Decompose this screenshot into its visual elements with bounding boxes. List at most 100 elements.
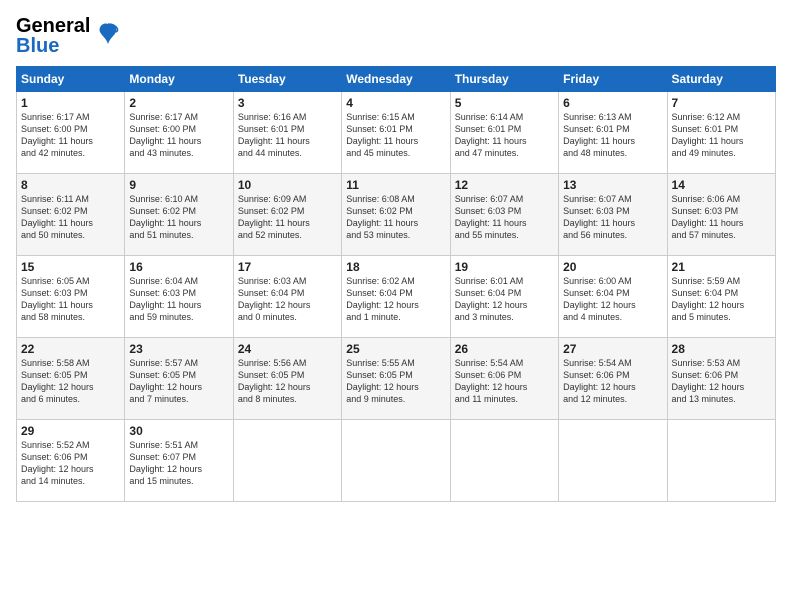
day-number: 12 <box>455 178 554 192</box>
calendar-cell: 2Sunrise: 6:17 AM Sunset: 6:00 PM Daylig… <box>125 92 233 174</box>
weekday-wednesday: Wednesday <box>342 67 450 92</box>
day-number: 20 <box>563 260 662 274</box>
day-number: 1 <box>21 96 120 110</box>
day-number: 18 <box>346 260 445 274</box>
logo-blue: Blue <box>16 36 90 56</box>
calendar-cell: 6Sunrise: 6:13 AM Sunset: 6:01 PM Daylig… <box>559 92 667 174</box>
calendar-cell: 23Sunrise: 5:57 AM Sunset: 6:05 PM Dayli… <box>125 338 233 420</box>
calendar-cell: 19Sunrise: 6:01 AM Sunset: 6:04 PM Dayli… <box>450 256 558 338</box>
calendar-cell: 3Sunrise: 6:16 AM Sunset: 6:01 PM Daylig… <box>233 92 341 174</box>
weekday-sunday: Sunday <box>17 67 125 92</box>
day-info: Sunrise: 6:08 AM Sunset: 6:02 PM Dayligh… <box>346 193 445 242</box>
calendar-cell: 10Sunrise: 6:09 AM Sunset: 6:02 PM Dayli… <box>233 174 341 256</box>
day-number: 29 <box>21 424 120 438</box>
day-number: 13 <box>563 178 662 192</box>
calendar-cell: 26Sunrise: 5:54 AM Sunset: 6:06 PM Dayli… <box>450 338 558 420</box>
day-number: 2 <box>129 96 228 110</box>
calendar-cell: 18Sunrise: 6:02 AM Sunset: 6:04 PM Dayli… <box>342 256 450 338</box>
calendar-cell: 1Sunrise: 6:17 AM Sunset: 6:00 PM Daylig… <box>17 92 125 174</box>
day-number: 6 <box>563 96 662 110</box>
weekday-header-row: SundayMondayTuesdayWednesdayThursdayFrid… <box>17 67 776 92</box>
logo: General Blue <box>16 16 122 56</box>
calendar-cell: 16Sunrise: 6:04 AM Sunset: 6:03 PM Dayli… <box>125 256 233 338</box>
calendar-cell: 28Sunrise: 5:53 AM Sunset: 6:06 PM Dayli… <box>667 338 775 420</box>
day-info: Sunrise: 5:52 AM Sunset: 6:06 PM Dayligh… <box>21 439 120 488</box>
day-number: 22 <box>21 342 120 356</box>
day-info: Sunrise: 5:56 AM Sunset: 6:05 PM Dayligh… <box>238 357 337 406</box>
calendar-body: 1 Sunrise: 6:17 AM Sunset: 6:00 PM Daylig… <box>17 92 776 502</box>
day-info: Sunrise: 6:17 AM Sunset: 6:00 PM Dayligh… <box>129 111 228 160</box>
calendar-cell: 29Sunrise: 5:52 AM Sunset: 6:06 PM Dayli… <box>17 420 125 502</box>
calendar-week-5: 29Sunrise: 5:52 AM Sunset: 6:06 PM Dayli… <box>17 420 776 502</box>
day-info: Sunrise: 6:02 AM Sunset: 6:04 PM Dayligh… <box>346 275 445 324</box>
calendar-cell: 17Sunrise: 6:03 AM Sunset: 6:04 PM Dayli… <box>233 256 341 338</box>
weekday-tuesday: Tuesday <box>233 67 341 92</box>
header: General Blue <box>16 16 776 56</box>
day-number: 25 <box>346 342 445 356</box>
weekday-friday: Friday <box>559 67 667 92</box>
calendar-cell: 8Sunrise: 6:11 AM Sunset: 6:02 PM Daylig… <box>17 174 125 256</box>
day-info: Sunrise: 5:57 AM Sunset: 6:05 PM Dayligh… <box>129 357 228 406</box>
day-number: 14 <box>672 178 771 192</box>
calendar-week-1: 1 Sunrise: 6:17 AM Sunset: 6:00 PM Daylig… <box>17 92 776 174</box>
day-number: 27 <box>563 342 662 356</box>
day-info: Sunrise: 5:54 AM Sunset: 6:06 PM Dayligh… <box>563 357 662 406</box>
day-number: 28 <box>672 342 771 356</box>
calendar-cell: 12Sunrise: 6:07 AM Sunset: 6:03 PM Dayli… <box>450 174 558 256</box>
day-info: Sunrise: 6:12 AM Sunset: 6:01 PM Dayligh… <box>672 111 771 160</box>
day-number: 17 <box>238 260 337 274</box>
day-info: Sunrise: 5:54 AM Sunset: 6:06 PM Dayligh… <box>455 357 554 406</box>
calendar-week-3: 15Sunrise: 6:05 AM Sunset: 6:03 PM Dayli… <box>17 256 776 338</box>
day-info: Sunrise: 6:15 AM Sunset: 6:01 PM Dayligh… <box>346 111 445 160</box>
calendar-cell: 4Sunrise: 6:15 AM Sunset: 6:01 PM Daylig… <box>342 92 450 174</box>
day-info: Sunrise: 6:07 AM Sunset: 6:03 PM Dayligh… <box>455 193 554 242</box>
calendar-cell: 7Sunrise: 6:12 AM Sunset: 6:01 PM Daylig… <box>667 92 775 174</box>
calendar-cell: 11Sunrise: 6:08 AM Sunset: 6:02 PM Dayli… <box>342 174 450 256</box>
day-number: 21 <box>672 260 771 274</box>
day-info: Sunrise: 6:10 AM Sunset: 6:02 PM Dayligh… <box>129 193 228 242</box>
calendar-cell: 30Sunrise: 5:51 AM Sunset: 6:07 PM Dayli… <box>125 420 233 502</box>
calendar-cell <box>233 420 341 502</box>
day-number: 30 <box>129 424 228 438</box>
day-number: 16 <box>129 260 228 274</box>
calendar-cell: 13Sunrise: 6:07 AM Sunset: 6:03 PM Dayli… <box>559 174 667 256</box>
day-number: 3 <box>238 96 337 110</box>
weekday-saturday: Saturday <box>667 67 775 92</box>
day-info: Sunrise: 6:14 AM Sunset: 6:01 PM Dayligh… <box>455 111 554 160</box>
day-info: Sunrise: 5:59 AM Sunset: 6:04 PM Dayligh… <box>672 275 771 324</box>
day-info: Sunrise: 5:58 AM Sunset: 6:05 PM Dayligh… <box>21 357 120 406</box>
weekday-monday: Monday <box>125 67 233 92</box>
day-info: Sunrise: 6:01 AM Sunset: 6:04 PM Dayligh… <box>455 275 554 324</box>
calendar-table: SundayMondayTuesdayWednesdayThursdayFrid… <box>16 66 776 502</box>
calendar-cell: 22Sunrise: 5:58 AM Sunset: 6:05 PM Dayli… <box>17 338 125 420</box>
calendar-cell: 21Sunrise: 5:59 AM Sunset: 6:04 PM Dayli… <box>667 256 775 338</box>
calendar-cell: 27Sunrise: 5:54 AM Sunset: 6:06 PM Dayli… <box>559 338 667 420</box>
calendar-cell <box>559 420 667 502</box>
day-info: Sunrise: 6:00 AM Sunset: 6:04 PM Dayligh… <box>563 275 662 324</box>
day-number: 19 <box>455 260 554 274</box>
day-info: Sunrise: 5:55 AM Sunset: 6:05 PM Dayligh… <box>346 357 445 406</box>
day-info: Sunrise: 6:09 AM Sunset: 6:02 PM Dayligh… <box>238 193 337 242</box>
day-number: 24 <box>238 342 337 356</box>
day-info: Sunrise: 6:04 AM Sunset: 6:03 PM Dayligh… <box>129 275 228 324</box>
calendar-cell: 24Sunrise: 5:56 AM Sunset: 6:05 PM Dayli… <box>233 338 341 420</box>
day-info: Sunrise: 6:05 AM Sunset: 6:03 PM Dayligh… <box>21 275 120 324</box>
day-info: Sunrise: 6:13 AM Sunset: 6:01 PM Dayligh… <box>563 111 662 160</box>
day-number: 8 <box>21 178 120 192</box>
day-number: 23 <box>129 342 228 356</box>
day-number: 7 <box>672 96 771 110</box>
day-info: Sunrise: 6:06 AM Sunset: 6:03 PM Dayligh… <box>672 193 771 242</box>
calendar-cell <box>450 420 558 502</box>
day-info: Sunrise: 6:07 AM Sunset: 6:03 PM Dayligh… <box>563 193 662 242</box>
day-info: Sunrise: 6:16 AM Sunset: 6:01 PM Dayligh… <box>238 111 337 160</box>
day-number: 26 <box>455 342 554 356</box>
calendar-cell: 15Sunrise: 6:05 AM Sunset: 6:03 PM Dayli… <box>17 256 125 338</box>
calendar-week-2: 8Sunrise: 6:11 AM Sunset: 6:02 PM Daylig… <box>17 174 776 256</box>
logo-general: General <box>16 16 90 36</box>
day-info: Sunrise: 5:51 AM Sunset: 6:07 PM Dayligh… <box>129 439 228 488</box>
calendar-cell: 14Sunrise: 6:06 AM Sunset: 6:03 PM Dayli… <box>667 174 775 256</box>
page: General Blue SundayMondayTuesdayWednesda… <box>0 0 792 612</box>
logo-bird-icon <box>94 20 122 53</box>
day-info: Sunrise: 5:53 AM Sunset: 6:06 PM Dayligh… <box>672 357 771 406</box>
day-info: Sunrise: 6:03 AM Sunset: 6:04 PM Dayligh… <box>238 275 337 324</box>
